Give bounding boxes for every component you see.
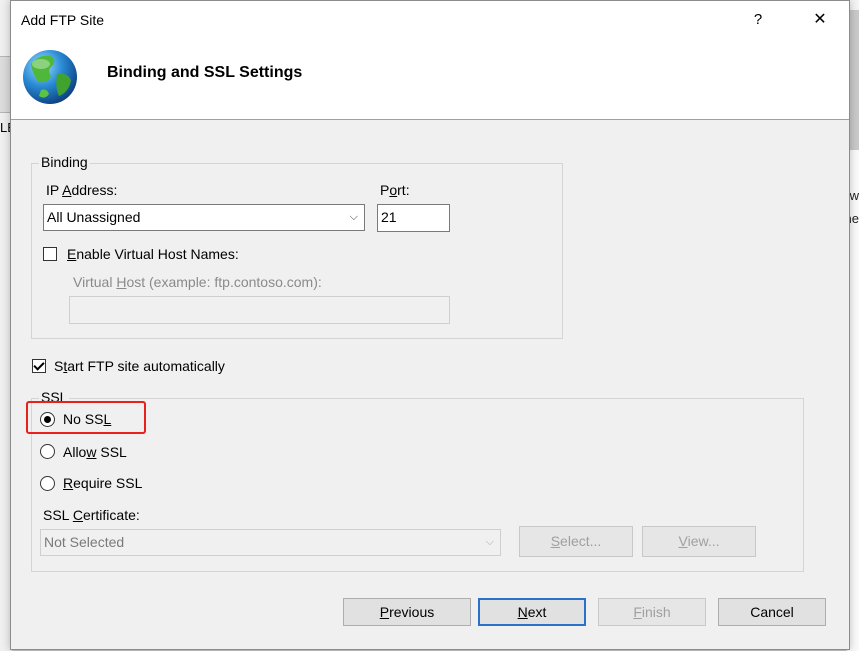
ip-address-dropdown[interactable]: All Unassigned ⌵ (43, 204, 365, 231)
ssl-certificate-label: SSL Certificate: (43, 507, 140, 523)
next-button[interactable]: Next (478, 598, 586, 626)
globe-icon (23, 50, 77, 104)
ssl-certificate-value: Not Selected (44, 534, 125, 550)
ssl-certificate-dropdown[interactable]: Not Selected ⌵ (40, 529, 501, 556)
help-button[interactable]: ? (743, 6, 773, 34)
virtual-host-label: Virtual Host (example: ftp.contoso.com): (73, 274, 322, 290)
chevron-down-icon: ⌵ (349, 211, 358, 223)
wizard-header: Binding and SSL Settings (11, 41, 849, 120)
no-ssl-label: No SSL (63, 411, 112, 427)
start-ftp-automatically-checkbox[interactable] (32, 359, 46, 373)
close-button[interactable]: ✕ (805, 6, 835, 34)
chevron-down-icon: ⌵ (485, 536, 494, 548)
ip-address-label: IP Address: (46, 182, 118, 198)
ip-address-value: All Unassigned (47, 209, 141, 225)
select-certificate-button[interactable]: Select... (519, 526, 633, 557)
require-ssl-radio[interactable] (40, 476, 55, 491)
previous-button[interactable]: Previous (343, 598, 471, 626)
view-certificate-button[interactable]: View... (642, 526, 756, 557)
require-ssl-label: Require SSL (63, 475, 143, 491)
virtual-host-input[interactable] (69, 296, 450, 324)
page-title: Binding and SSL Settings (107, 64, 303, 81)
enable-virtual-host-label: Enable Virtual Host Names: (67, 246, 239, 262)
start-ftp-automatically-label: Start FTP site automatically (54, 358, 225, 374)
port-input[interactable]: 21 (377, 204, 450, 232)
enable-virtual-host-checkbox[interactable] (43, 247, 57, 261)
no-ssl-radio[interactable] (40, 412, 55, 427)
allow-ssl-radio[interactable] (40, 444, 55, 459)
allow-ssl-label: Allow SSL (63, 444, 127, 460)
title-bar: Add FTP Site ? ✕ (11, 1, 849, 41)
background-app-text: w (849, 188, 859, 203)
binding-group-label: Binding (39, 154, 90, 170)
cancel-button[interactable]: Cancel (718, 598, 826, 626)
add-ftp-site-dialog: Add FTP Site ? ✕ Binding and SSL Setting… (10, 0, 850, 650)
port-label: Port: (380, 182, 410, 198)
finish-button[interactable]: Finish (598, 598, 706, 626)
dialog-title: Add FTP Site (21, 12, 105, 28)
